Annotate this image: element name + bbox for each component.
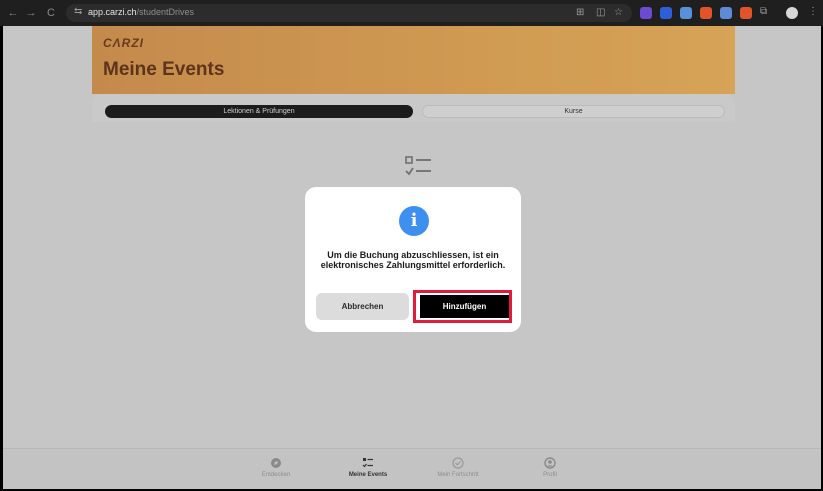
payment-method-dialog: i Um die Buchung abzuschliessen, ist ein…: [305, 187, 521, 332]
checklist-icon: [362, 458, 373, 468]
app-page: CΛRZI Meine Events Lektionen & Prüfungen…: [3, 26, 821, 489]
cast-icon[interactable]: ◫: [596, 7, 605, 19]
add-payment-button[interactable]: Hinzufügen: [420, 295, 509, 318]
tab-bar: Lektionen & Prüfungen Kurse: [92, 94, 735, 122]
extension-pen-icon[interactable]: [720, 7, 732, 19]
extension-purple-icon[interactable]: [640, 7, 652, 19]
nav-label: Mein Fortschritt: [437, 472, 479, 478]
user-icon: [544, 457, 556, 469]
screen: ← → C ⇆ app.carzi.ch/studentDrives ⊞ ◫ ☆…: [0, 0, 823, 491]
checklist-icon: [405, 156, 431, 176]
page-header: CΛRZI Meine Events: [92, 26, 735, 94]
extension-shield-icon[interactable]: [660, 7, 672, 19]
browser-toolbar: ← → C ⇆ app.carzi.ch/studentDrives ⊞ ◫ ☆…: [0, 0, 823, 26]
nav-label: Meine Events: [348, 472, 388, 478]
dialog-message: Um die Buchung abzuschliessen, ist ein e…: [320, 250, 506, 270]
compass-icon: [271, 458, 281, 468]
nav-item-entdecken[interactable]: Entdecken: [241, 457, 311, 478]
extension-blue-icon[interactable]: [680, 7, 692, 19]
tab-kurse[interactable]: Kurse: [422, 105, 725, 118]
nav-label: Entdecken: [261, 472, 291, 478]
extension-red-icon[interactable]: [740, 7, 752, 19]
check-circle-icon: [452, 457, 464, 469]
bottom-navigation: Entdecken Meine Events Mein Fortschritt …: [3, 448, 821, 489]
translate-icon[interactable]: ⊞: [576, 7, 584, 19]
carzi-logo: CΛRZI: [103, 36, 144, 50]
browser-menu-icon[interactable]: ⋮: [808, 6, 818, 18]
site-settings-icon[interactable]: ⇆: [74, 6, 82, 17]
page-title: Meine Events: [103, 59, 225, 80]
profile-avatar[interactable]: [786, 7, 798, 19]
back-icon[interactable]: ←: [6, 6, 20, 20]
nav-item-mein-fortschritt[interactable]: Mein Fortschritt: [423, 457, 493, 478]
nav-item-meine-events[interactable]: Meine Events: [333, 457, 403, 478]
cancel-button[interactable]: Abbrechen: [316, 293, 409, 320]
url-text: app.carzi.ch/studentDrives: [88, 7, 194, 17]
nav-label: Profil: [543, 472, 557, 478]
address-bar[interactable]: ⇆ app.carzi.ch/studentDrives ⊞ ◫ ☆: [66, 4, 632, 22]
bookmark-star-icon[interactable]: ☆: [614, 7, 623, 19]
extensions-puzzle-icon[interactable]: ⧉: [760, 6, 767, 18]
reload-icon[interactable]: C: [44, 6, 58, 20]
info-icon: i: [399, 206, 429, 236]
url-domain: app.carzi.ch: [88, 7, 137, 17]
tab-lektionen-pruefungen[interactable]: Lektionen & Prüfungen: [105, 105, 413, 118]
extension-orange-icon[interactable]: [700, 7, 712, 19]
nav-item-profil[interactable]: Profil: [515, 457, 585, 478]
forward-icon[interactable]: →: [24, 6, 38, 20]
url-path: /studentDrives: [136, 7, 195, 17]
